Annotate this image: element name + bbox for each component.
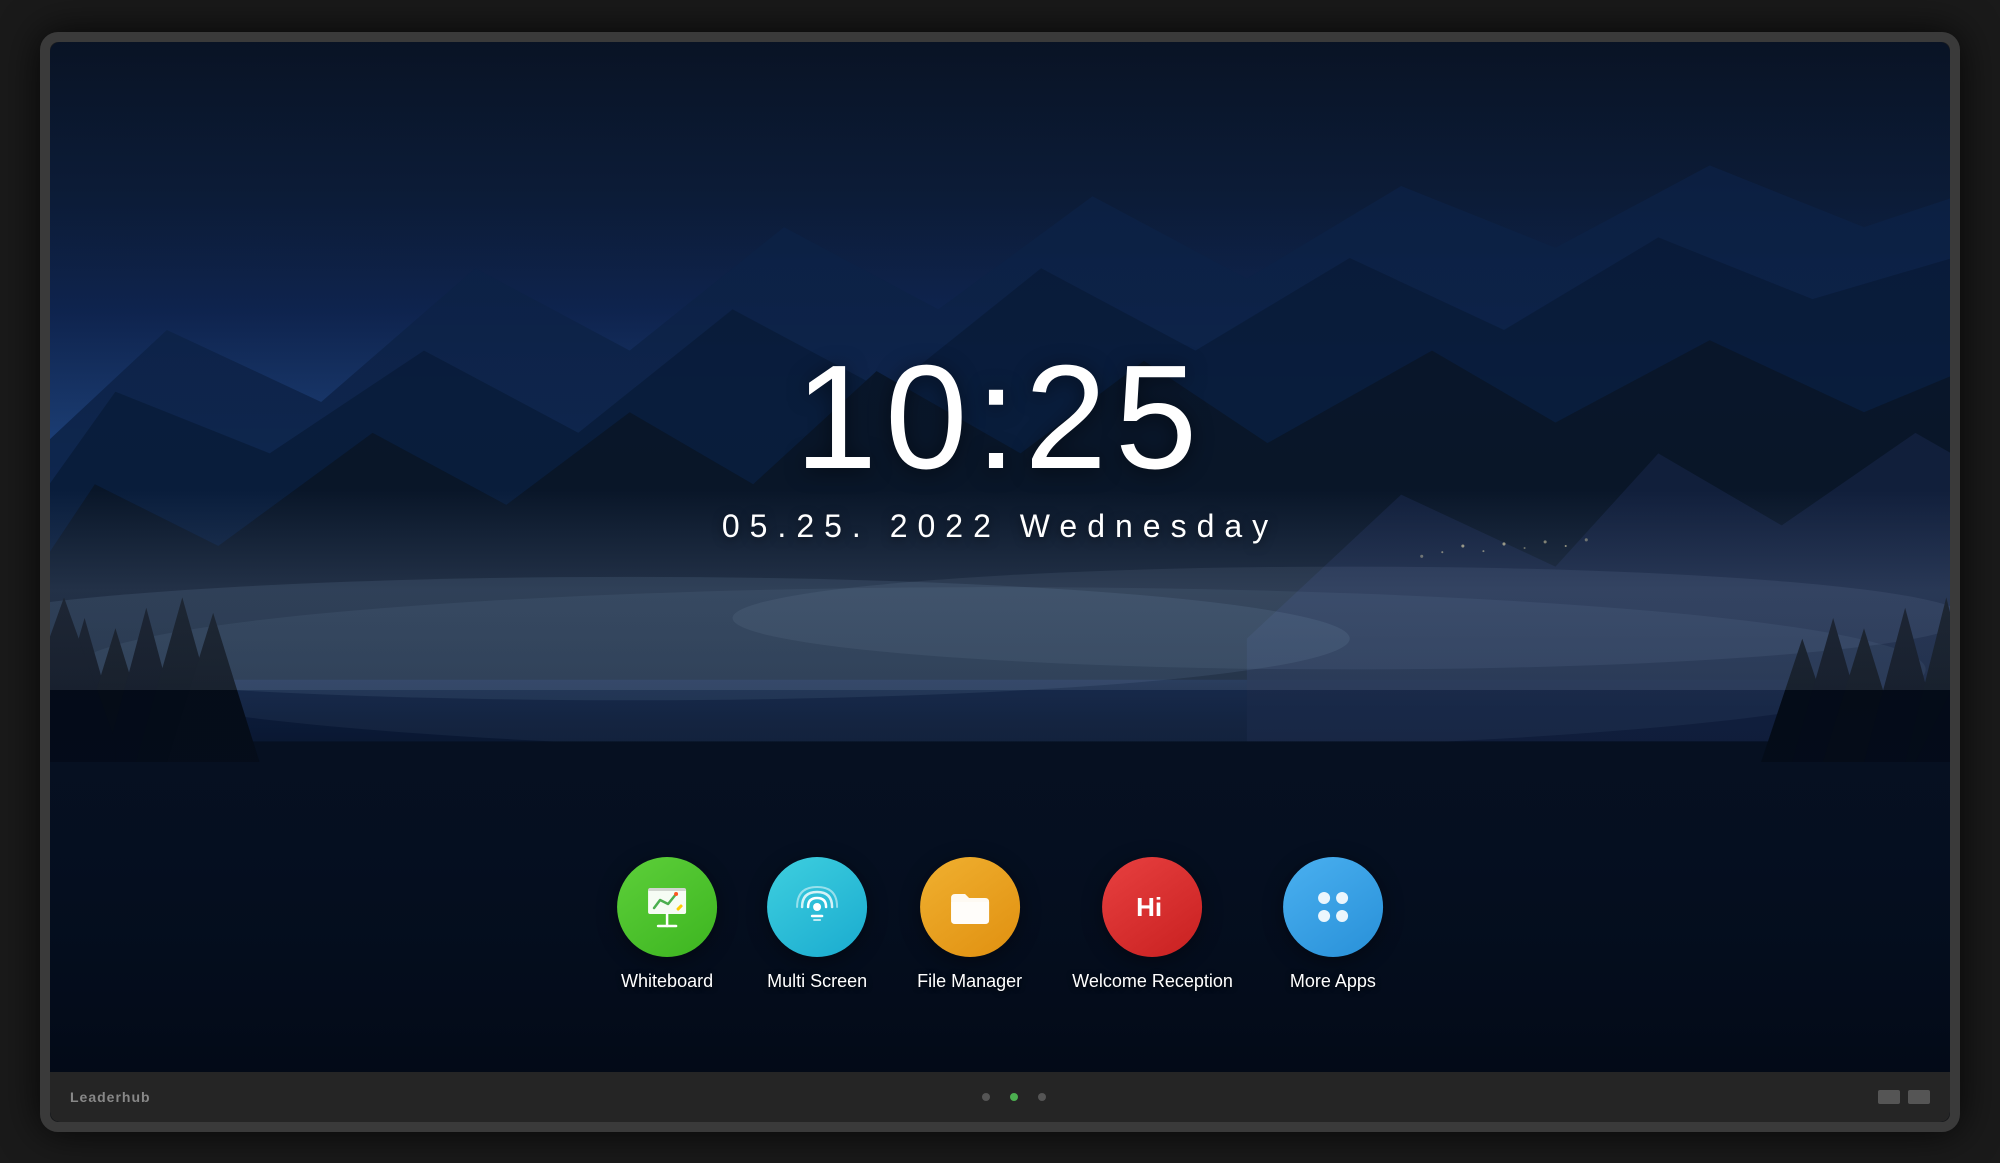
clock-time: 10:25	[722, 344, 1278, 492]
svg-text:Hi: Hi	[1137, 892, 1163, 922]
bottom-right-icons	[1878, 1090, 1930, 1104]
app-multiscreen[interactable]: Multi Screen	[767, 857, 867, 992]
side-button-1[interactable]	[40, 534, 44, 562]
bottom-rect-1[interactable]	[1878, 1090, 1900, 1104]
welcome-icon: Hi	[1126, 880, 1180, 934]
multiscreen-icon-bg	[767, 857, 867, 957]
bottom-dot-3	[1038, 1093, 1046, 1101]
app-welcomereception[interactable]: Hi Welcome Reception	[1072, 857, 1233, 992]
welcome-icon-bg: Hi	[1103, 857, 1203, 957]
clock-date: 05.25. 2022 Wednesday	[722, 508, 1278, 545]
moreapps-icon-bg	[1283, 857, 1383, 957]
multiscreen-icon	[790, 880, 844, 934]
filemanager-icon	[943, 880, 997, 934]
bottom-dot-power[interactable]	[1010, 1093, 1018, 1101]
side-button-2[interactable]	[40, 568, 44, 596]
brand-logo: Leaderhub	[70, 1089, 151, 1105]
tv-frame: 10:25 05.25. 2022 Wednesday	[40, 32, 1960, 1132]
moreapps-label: More Apps	[1290, 971, 1376, 992]
side-button-3[interactable]	[40, 602, 44, 630]
bottom-bar: Leaderhub	[50, 1072, 1950, 1122]
bottom-center-icons	[982, 1093, 1046, 1101]
whiteboard-label: Whiteboard	[621, 971, 713, 992]
screen: 10:25 05.25. 2022 Wednesday	[50, 42, 1950, 1122]
whiteboard-icon	[640, 880, 694, 934]
welcomereception-label: Welcome Reception	[1072, 971, 1233, 992]
app-whiteboard[interactable]: Whiteboard	[617, 857, 717, 992]
bottom-rect-2[interactable]	[1908, 1090, 1930, 1104]
filemanager-label: File Manager	[917, 971, 1022, 992]
filemanager-icon-bg	[920, 857, 1020, 957]
multiscreen-label: Multi Screen	[767, 971, 867, 992]
app-filemanager[interactable]: File Manager	[917, 857, 1022, 992]
apps-row: Whiteboard Multi Screen	[617, 857, 1383, 992]
whiteboard-icon-bg	[617, 857, 717, 957]
clock-container: 10:25 05.25. 2022 Wednesday	[722, 344, 1278, 545]
bottom-dot-1	[982, 1093, 990, 1101]
moreapps-icon	[1306, 880, 1360, 934]
left-side-buttons	[40, 534, 44, 630]
app-moreapps[interactable]: More Apps	[1283, 857, 1383, 992]
